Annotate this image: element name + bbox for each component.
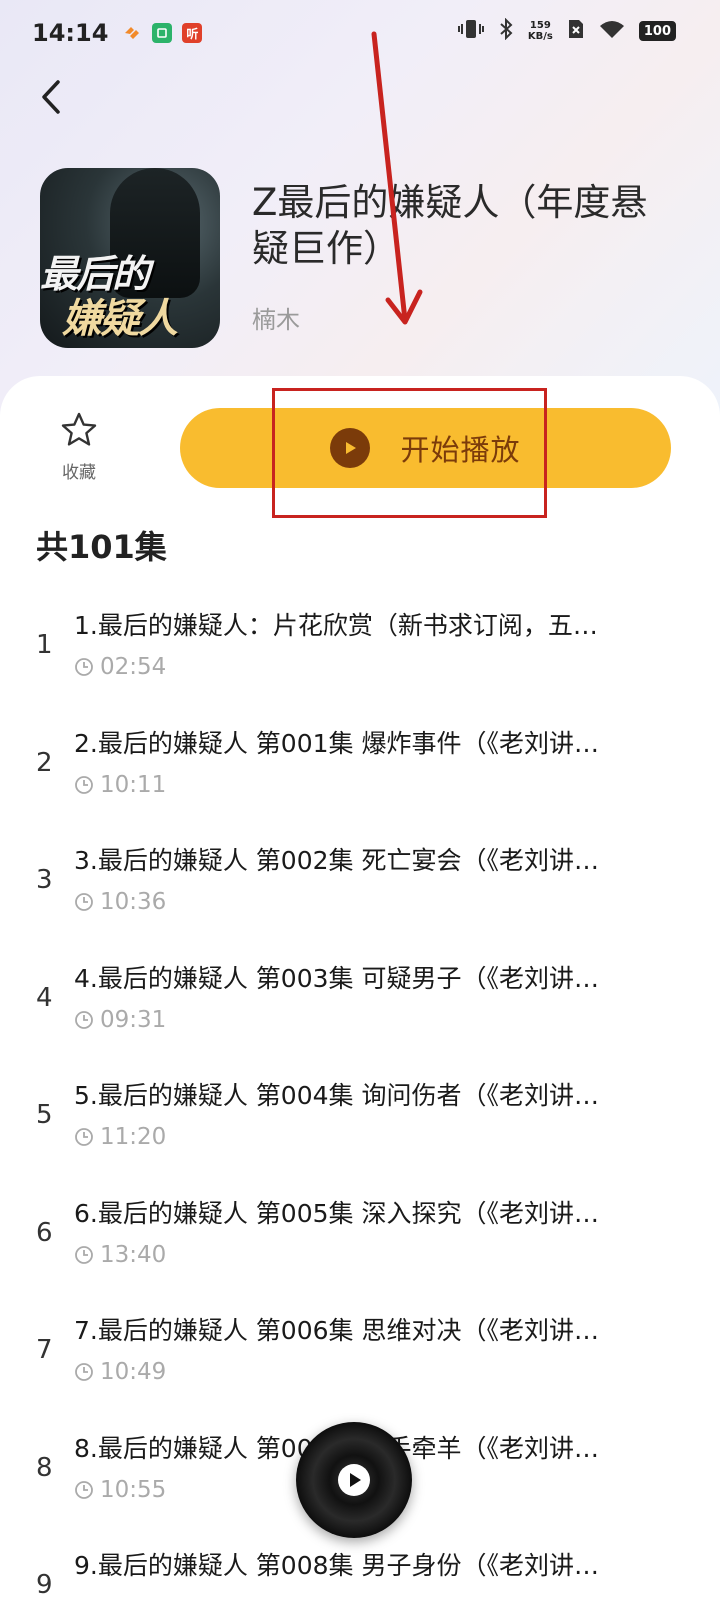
episode-duration-text: 10:49 — [100, 1359, 167, 1385]
book-author: 楠木 — [252, 306, 300, 334]
episode-duration-text: 10:11 — [100, 771, 167, 798]
book-title: Z最后的嫌疑人（年度悬疑巨作） — [252, 181, 648, 270]
status-time: 14:14 — [32, 19, 109, 47]
episode-row[interactable]: 3 3.最后的嫌疑人 第002集 死亡宴会（《老刘讲… 10:36 — [0, 825, 720, 943]
play-circle-icon — [330, 428, 371, 468]
episode-number: 7 — [36, 1335, 53, 1365]
episode-row[interactable]: 2 2.最后的嫌疑人 第001集 爆炸事件（《老刘讲… 10:11 — [0, 708, 720, 826]
episode-number: 9 — [36, 1570, 53, 1600]
battery-indicator: 100 — [638, 21, 676, 41]
notification-app-icon — [122, 23, 142, 43]
episode-duration-text: 11:20 — [100, 1124, 167, 1150]
episode-number: 4 — [36, 982, 53, 1013]
network-speed: 159 KB/s — [528, 20, 553, 42]
episode-title: 9.最后的嫌疑人 第008集 男子身份（《老刘讲… — [74, 1551, 599, 1580]
episode-number: 3 — [36, 865, 53, 895]
episode-number: 8 — [36, 1452, 53, 1483]
episode-title: 6.最后的嫌疑人 第005集 深入探究（《老刘讲… — [74, 1198, 599, 1228]
episode-title: 4.最后的嫌疑人 第003集 可疑男子（《老刘讲… — [74, 963, 599, 993]
favorite-button[interactable]: 收藏 — [44, 410, 114, 483]
book-cover[interactable]: 最后的 嫌疑人 — [40, 168, 220, 348]
speed-value: 159 — [529, 20, 551, 31]
play-icon — [338, 1464, 370, 1496]
speed-unit: KB/s — [527, 31, 553, 42]
star-icon — [61, 412, 97, 446]
start-play-button[interactable]: 开始播放 — [180, 408, 671, 488]
episode-duration: 02:54 — [74, 654, 166, 680]
episode-duration-text: 13:40 — [100, 1241, 167, 1268]
episode-duration-text: 10:55 — [100, 1476, 167, 1503]
cover-text-line1: 最后的 — [40, 252, 150, 296]
mini-player-button[interactable] — [296, 1422, 412, 1538]
episode-duration-text: 02:54 — [100, 654, 167, 680]
episode-row[interactable]: 1 1.最后的嫌疑人：片花欣赏（新书求订阅，五… 02:54 — [0, 590, 720, 708]
episode-title: 7.最后的嫌疑人 第006集 思维对决（《老刘讲… — [74, 1316, 599, 1345]
episode-duration: 10:11 — [74, 772, 166, 798]
episode-number: 6 — [36, 1217, 53, 1248]
episode-number: 5 — [36, 1100, 53, 1130]
sim-icon — [567, 18, 585, 44]
favorite-label: 收藏 — [62, 463, 96, 483]
episode-row[interactable]: 7 7.最后的嫌疑人 第006集 思维对决（《老刘讲… 10:49 — [0, 1295, 720, 1413]
notification-app-icon — [152, 23, 173, 43]
status-bar: 14:14 听 159 KB/s 100 — [0, 0, 720, 66]
clock-icon — [75, 1363, 93, 1381]
back-button[interactable] — [32, 72, 72, 122]
episode-row[interactable]: 9 9.最后的嫌疑人 第008集 男子身份（《老刘讲… — [0, 1530, 720, 1600]
clock-icon — [75, 658, 93, 676]
episode-duration: 09:31 — [74, 1007, 166, 1033]
episode-duration: 10:36 — [74, 889, 166, 915]
chevron-left-icon — [42, 80, 60, 114]
clock-icon — [75, 1245, 93, 1264]
vibrate-icon — [457, 18, 484, 44]
episode-title: 3.最后的嫌疑人 第002集 死亡宴会（《老刘讲… — [74, 846, 599, 875]
episode-row[interactable]: 4 4.最后的嫌疑人 第003集 可疑男子（《老刘讲… 09:31 — [0, 943, 720, 1061]
bluetooth-icon — [498, 17, 514, 44]
clock-icon — [75, 893, 93, 911]
episode-number: 1 — [36, 630, 53, 660]
episode-count: 共101集 — [36, 528, 167, 566]
clock-icon — [75, 1128, 93, 1146]
status-indicators: 159 KB/s 100 — [457, 17, 676, 44]
clock-icon — [75, 1010, 93, 1029]
episode-duration-text: 09:31 — [100, 1006, 167, 1033]
start-play-label: 开始播放 — [400, 433, 521, 467]
episode-duration: 10:55 — [74, 1477, 166, 1503]
episode-duration-text: 10:36 — [100, 889, 167, 915]
episode-row[interactable]: 6 6.最后的嫌疑人 第005集 深入探究（《老刘讲… 13:40 — [0, 1178, 720, 1296]
episode-row[interactable]: 5 5.最后的嫌疑人 第004集 询问伤者（《老刘讲… 11:20 — [0, 1060, 720, 1178]
cover-text-line2: 嫌疑人 — [62, 296, 178, 342]
wifi-icon — [599, 19, 625, 43]
episode-title: 1.最后的嫌疑人：片花欣赏（新书求订阅，五… — [74, 611, 598, 640]
clock-icon — [75, 775, 93, 794]
episode-title: 2.最后的嫌疑人 第001集 爆炸事件（《老刘讲… — [74, 728, 599, 758]
episode-duration: 11:20 — [74, 1124, 166, 1150]
cover-title-art: 最后的 嫌疑人 — [40, 252, 220, 342]
episode-number: 2 — [36, 747, 53, 778]
episode-duration: 10:49 — [74, 1359, 166, 1385]
episode-title: 5.最后的嫌疑人 第004集 询问伤者（《老刘讲… — [74, 1081, 599, 1110]
clock-icon — [75, 1480, 93, 1499]
listen-app-icon: 听 — [182, 23, 203, 43]
episode-duration: 13:40 — [74, 1242, 166, 1268]
